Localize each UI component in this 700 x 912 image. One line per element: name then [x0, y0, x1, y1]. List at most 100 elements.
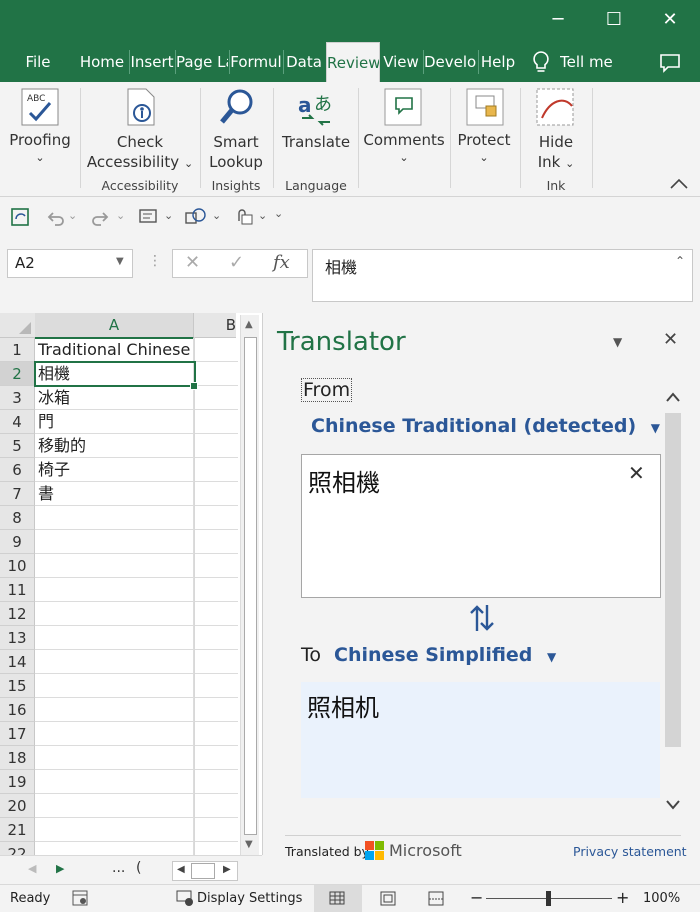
sheet-tab-partial[interactable]: ( — [136, 860, 141, 876]
cell-a[interactable]: Traditional Chinese — [35, 338, 194, 362]
cell-a[interactable] — [35, 650, 194, 674]
tab-view[interactable]: View — [381, 42, 421, 82]
scroll-right-icon[interactable]: ▶ — [223, 864, 231, 875]
page-layout-view-icon[interactable] — [380, 891, 396, 906]
row-header[interactable]: 21 — [0, 818, 35, 842]
from-language-dropdown[interactable]: Chinese Traditional (detected) ▼ — [311, 415, 660, 437]
cell-b[interactable] — [194, 338, 238, 362]
cell-a[interactable] — [35, 530, 194, 554]
source-text-box[interactable]: 照相機 ✕ — [301, 454, 661, 598]
horizontal-scroll-thumb[interactable] — [191, 863, 215, 879]
maximize-button[interactable]: ☐ — [586, 0, 642, 40]
scroll-sheets-left-icon[interactable]: ◀ — [28, 862, 36, 875]
tab-page-layout[interactable]: Page La — [176, 42, 228, 82]
scroll-up-icon[interactable]: ▲ — [245, 319, 253, 330]
cell-b[interactable] — [194, 434, 238, 458]
cell-b[interactable] — [194, 530, 238, 554]
row-header[interactable]: 2 — [0, 362, 36, 386]
more-sheets-ellipsis[interactable]: ... — [112, 860, 125, 876]
select-all-corner[interactable] — [0, 313, 36, 338]
cell-a[interactable]: 移動的 — [35, 434, 194, 458]
horizontal-scrollbar[interactable]: ◀ ▶ — [172, 861, 238, 881]
cell-b[interactable] — [194, 578, 238, 602]
check-accessibility-label-1[interactable]: Check — [84, 132, 196, 152]
cell-a[interactable]: 書 — [35, 482, 194, 506]
tab-data[interactable]: Data — [284, 42, 324, 82]
cell-b[interactable] — [194, 626, 238, 650]
row-header[interactable]: 10 — [0, 554, 35, 578]
clear-text-icon[interactable]: ✕ — [628, 461, 645, 485]
cell-a[interactable] — [35, 674, 194, 698]
cell-b[interactable] — [194, 674, 238, 698]
display-settings-button[interactable]: Display Settings — [197, 891, 302, 906]
smart-lookup-label-1[interactable]: Smart — [203, 132, 269, 152]
column-header-b[interactable]: B — [194, 313, 236, 338]
cell-a[interactable]: 門 — [35, 410, 194, 434]
cell-b[interactable] — [194, 410, 238, 434]
formula-input[interactable]: 相機 ⌃ — [312, 249, 693, 302]
scroll-sheets-right-icon[interactable]: ▶ — [56, 862, 64, 875]
cell-b[interactable] — [194, 770, 238, 794]
tab-review[interactable]: Review — [326, 42, 380, 83]
undo-icon[interactable] — [44, 207, 66, 227]
tab-help[interactable]: Help — [479, 42, 517, 82]
cell-a[interactable] — [35, 770, 194, 794]
row-header[interactable]: 4 — [0, 410, 35, 434]
tab-home[interactable]: Home — [78, 42, 126, 82]
close-window-button[interactable]: ✕ — [642, 0, 698, 40]
cell-b[interactable] — [194, 554, 238, 578]
row-header[interactable]: 18 — [0, 746, 35, 770]
form-icon[interactable] — [138, 207, 160, 227]
redo-icon[interactable] — [90, 207, 112, 227]
insert-function-icon[interactable]: fx — [273, 252, 290, 273]
chevron-down-icon[interactable]: ⌄ — [116, 209, 125, 222]
cell-b[interactable] — [194, 386, 238, 410]
chevron-down-icon[interactable]: ⌄ — [258, 209, 267, 222]
cell-b[interactable] — [194, 722, 238, 746]
row-header[interactable]: 9 — [0, 530, 35, 554]
cell-b[interactable] — [194, 650, 238, 674]
cell-a[interactable]: 冰箱 — [35, 386, 194, 410]
page-break-view-icon[interactable] — [428, 891, 444, 906]
scroll-down-icon[interactable]: ▼ — [245, 839, 253, 850]
shapes-icon[interactable] — [184, 207, 208, 227]
minimize-button[interactable]: ─ — [530, 0, 586, 40]
cell-b[interactable] — [194, 458, 238, 482]
row-header[interactable]: 8 — [0, 506, 35, 530]
cell-b[interactable] — [194, 482, 238, 506]
check-accessibility-button[interactable]: Accessibility ⌄ — [84, 152, 196, 174]
cell-a[interactable] — [35, 554, 194, 578]
pane-scroll-thumb[interactable] — [665, 413, 681, 747]
row-header[interactable]: 20 — [0, 794, 35, 818]
hide-ink-label-1[interactable]: Hide — [522, 132, 590, 152]
zoom-slider-thumb[interactable] — [546, 891, 551, 906]
name-box[interactable]: A2 ▼ — [7, 249, 133, 278]
cell-a[interactable] — [35, 602, 194, 626]
close-pane-icon[interactable]: ✕ — [663, 329, 678, 350]
chevron-down-icon[interactable]: ⌄ — [68, 209, 77, 222]
row-header[interactable]: 13 — [0, 626, 35, 650]
collapse-ribbon-icon[interactable] — [668, 176, 690, 192]
customize-qat-icon[interactable]: ⌄ — [274, 207, 283, 220]
cell-b[interactable] — [194, 602, 238, 626]
row-header[interactable]: 17 — [0, 722, 35, 746]
zoom-in-button[interactable]: + — [616, 888, 629, 907]
row-header[interactable]: 15 — [0, 674, 35, 698]
cell-b[interactable] — [194, 698, 238, 722]
smart-lookup-label-2[interactable]: Lookup — [203, 152, 269, 172]
autosave-refresh-icon[interactable] — [10, 207, 32, 227]
chevron-down-icon[interactable]: ⌄ — [164, 209, 173, 222]
cell-a[interactable] — [35, 746, 194, 770]
macro-recording-icon[interactable] — [72, 890, 88, 906]
vertical-scrollbar[interactable]: ▲ ▼ — [240, 315, 259, 855]
tab-insert[interactable]: Insert — [130, 42, 174, 82]
pane-options-icon[interactable]: ▼ — [613, 335, 622, 349]
expand-formula-bar-icon[interactable]: ⌃ — [675, 254, 685, 268]
cell-a[interactable] — [35, 578, 194, 602]
attach-icon[interactable] — [232, 207, 254, 227]
swap-languages-icon[interactable] — [468, 603, 496, 633]
tab-formulas[interactable]: Formul — [230, 42, 282, 82]
cell-b[interactable] — [194, 746, 238, 770]
translate-button[interactable]: Translate — [276, 132, 356, 152]
cell-a[interactable] — [35, 794, 194, 818]
